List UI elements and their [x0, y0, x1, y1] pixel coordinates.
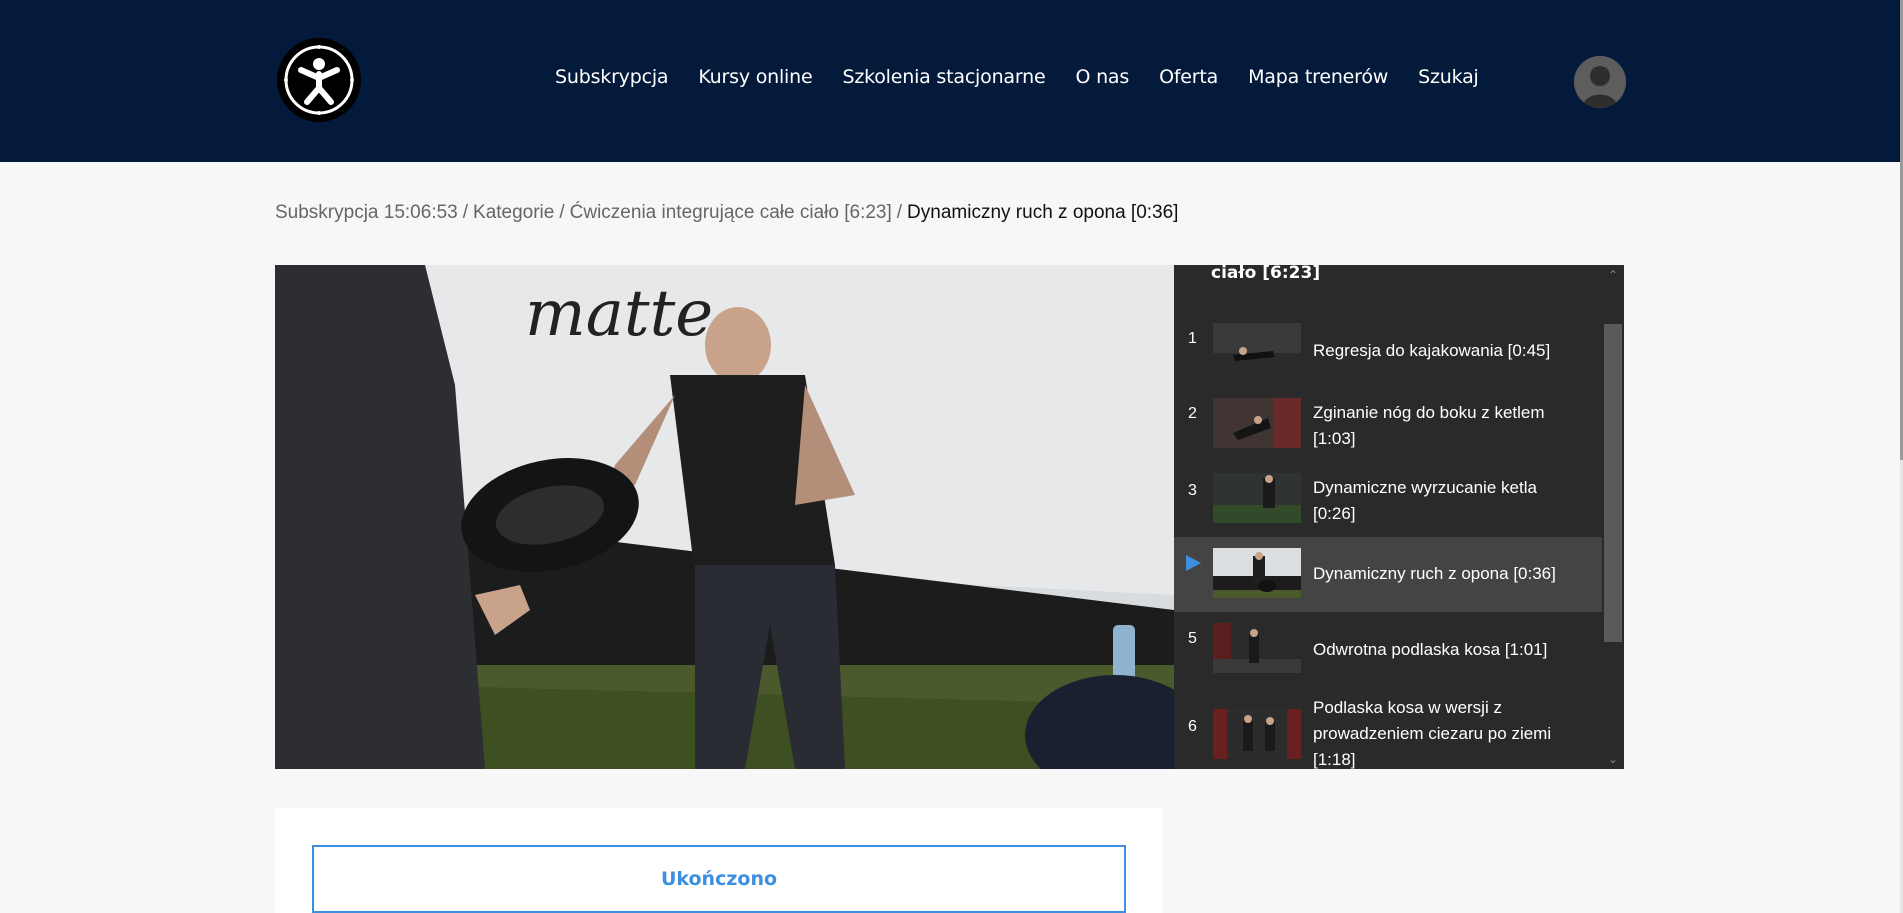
nav-o-nas[interactable]: O nas: [1075, 66, 1129, 88]
playlist-item-number: 2: [1188, 405, 1197, 422]
playlist-list: 1 Regresja do kajakowania [0:45] 2 Zgina…: [1174, 312, 1602, 769]
play-triangle-icon: [1186, 555, 1201, 571]
playlist-thumbnail: [1213, 548, 1301, 598]
playlist-item-label: Zginanie nóg do boku z ketlem [1:03]: [1313, 403, 1545, 448]
playlist-item[interactable]: 3 Dynamiczne wyrzucanie ketla [0:26]: [1174, 462, 1602, 537]
playlist-item[interactable]: 1 Regresja do kajakowania [0:45]: [1174, 312, 1602, 387]
playlist-item[interactable]: 5 Odwrotna podlaska kosa [1:01]: [1174, 612, 1602, 687]
playlist-item-label: Regresja do kajakowania [0:45]: [1313, 341, 1551, 360]
playlist-item-number: 6: [1188, 718, 1197, 735]
playlist-title: ciało [6:23]: [1211, 265, 1321, 283]
playlist-thumbnail: [1213, 623, 1301, 673]
playlist-item-active[interactable]: Dynamiczny ruch z opona [0:36]: [1174, 537, 1602, 612]
nav-szkolenia-stacjonarne[interactable]: Szkolenia stacjonarne: [842, 66, 1045, 88]
breadcrumb-separator: /: [896, 202, 903, 223]
playlist-item[interactable]: 2 Zginanie nóg do boku z ketlem [1:03]: [1174, 387, 1602, 462]
playlist-thumbnail: [1213, 709, 1301, 759]
breadcrumb-kategorie[interactable]: Kategorie: [473, 202, 554, 223]
breadcrumb-current: Dynamiczny ruch z opona [0:36]: [907, 202, 1179, 223]
nav-oferta[interactable]: Oferta: [1159, 66, 1218, 88]
main-nav: Subskrypcja Kursy online Szkolenia stacj…: [555, 66, 1509, 88]
playlist-item[interactable]: 6 Podlaska kosa w wersji z prowadzeniem …: [1174, 687, 1602, 769]
logo-icon[interactable]: [277, 38, 361, 122]
site-header: Subskrypcja Kursy online Szkolenia stacj…: [0, 0, 1900, 162]
completed-button[interactable]: Ukończono: [312, 845, 1126, 913]
scroll-down-icon[interactable]: ⌄: [1606, 752, 1620, 766]
nav-kursy-online[interactable]: Kursy online: [698, 66, 812, 88]
nav-szukaj[interactable]: Szukaj: [1418, 66, 1479, 88]
breadcrumb: Subskrypcja 15:06:53/Kategorie / Ćwiczenia…: [275, 202, 1178, 224]
playlist-panel: ciało [6:23] 1 Regresja do kajakowania […: [1174, 265, 1624, 769]
playlist-item-number: 1: [1188, 330, 1197, 347]
playlist-scroll-thumb[interactable]: [1604, 324, 1622, 642]
playlist-item-label: Dynamiczny ruch z opona [0:36]: [1313, 564, 1556, 583]
nav-subskrypcja[interactable]: Subskrypcja: [555, 66, 669, 88]
user-avatar-icon[interactable]: [1574, 56, 1626, 108]
playlist-thumbnail: [1213, 398, 1301, 448]
playlist-item-label: Dynamiczne wyrzucanie ketla [0:26]: [1313, 478, 1537, 523]
playlist-thumbnail: [1213, 323, 1301, 373]
video-frame: matte: [275, 265, 1174, 769]
breadcrumb-separator: /: [559, 202, 565, 223]
playlist-item-label: Podlaska kosa w wersji z prowadzeniem ci…: [1313, 698, 1552, 769]
scroll-up-icon[interactable]: ⌃: [1606, 268, 1620, 282]
playlist-item-label: Odwrotna podlaska kosa [1:01]: [1313, 640, 1548, 659]
playlist-thumbnail: [1213, 473, 1301, 523]
video-player[interactable]: matte: [275, 265, 1174, 769]
playlist-item-number: 3: [1188, 482, 1197, 499]
breadcrumb-separator: /: [462, 202, 469, 223]
breadcrumb-subskrypcja[interactable]: Subskrypcja 15:06:53: [275, 202, 458, 223]
playlist-item-number: 5: [1188, 630, 1197, 647]
svg-text:matte: matte: [525, 277, 713, 351]
nav-mapa-trenerow[interactable]: Mapa trenerów: [1248, 66, 1388, 88]
lesson-actions-card: Ukończono: [275, 808, 1162, 913]
breadcrumb-category[interactable]: Ćwiczenia integrujące całe ciało [6:23]: [570, 202, 892, 223]
